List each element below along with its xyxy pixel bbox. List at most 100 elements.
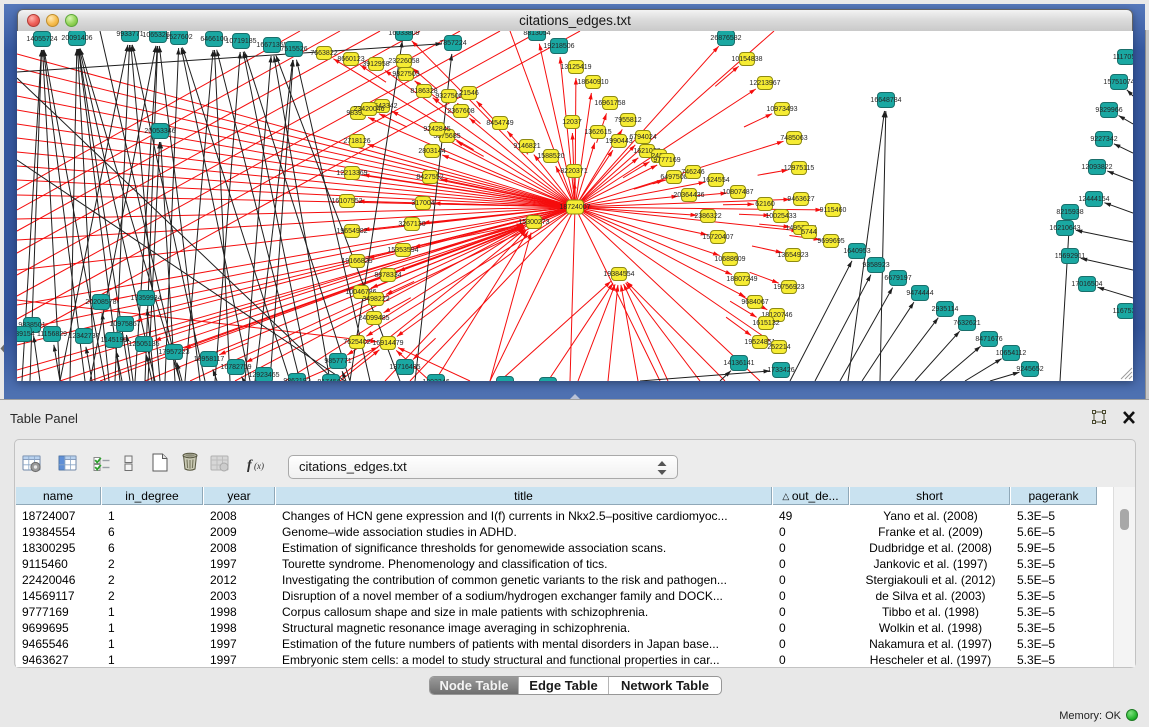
svg-text:6679197: 6679197 [884, 275, 911, 282]
svg-text:16914479: 16914479 [372, 340, 403, 347]
svg-text:1615132: 1615132 [752, 320, 779, 327]
svg-text:16648784: 16648784 [870, 97, 901, 104]
svg-text:8660123: 8660123 [337, 56, 364, 63]
svg-text:23420046: 23420046 [353, 106, 384, 113]
svg-text:10807487: 10807487 [722, 189, 753, 196]
svg-text:20091406: 20091406 [61, 35, 92, 42]
svg-text:9245652: 9245652 [1016, 366, 1043, 373]
svg-text:16782759: 16782759 [220, 364, 251, 371]
svg-text:11156829: 11156829 [37, 331, 67, 338]
svg-text:7857224: 7857224 [439, 40, 466, 47]
svg-text:24099485: 24099485 [358, 315, 389, 322]
svg-text:746246: 746246 [681, 169, 704, 176]
svg-text:3267130: 3267130 [398, 221, 425, 228]
svg-text:12975115: 12975115 [784, 165, 815, 172]
svg-text:8427552: 8427552 [416, 174, 443, 181]
svg-text:10025433: 10025433 [765, 213, 796, 220]
svg-text:26876582: 26876582 [710, 35, 741, 42]
svg-text:9115460: 9115460 [820, 207, 847, 214]
svg-text:13125419: 13125419 [560, 64, 591, 71]
svg-text:18724007: 18724007 [559, 204, 590, 211]
svg-text:8878334: 8878334 [374, 272, 401, 279]
svg-text:9329966: 9329966 [1095, 107, 1122, 114]
svg-text:1117054: 1117054 [1113, 54, 1133, 61]
svg-text:8220371: 8220371 [560, 168, 587, 175]
svg-text:12505135: 12505135 [128, 341, 159, 348]
svg-text:8471676: 8471676 [975, 336, 1002, 343]
svg-text:23226058: 23226058 [388, 58, 419, 65]
svg-text:5744: 5744 [801, 229, 817, 236]
svg-text:19166825: 19166825 [341, 258, 372, 265]
svg-text:1640953: 1640953 [843, 248, 870, 255]
svg-text:14055724: 14055724 [26, 36, 57, 43]
svg-text:20053346: 20053346 [144, 128, 175, 135]
svg-text:9327503: 9327503 [392, 71, 419, 78]
svg-text:9862192: 9862192 [283, 378, 310, 381]
svg-text:7485063: 7485063 [780, 135, 807, 142]
svg-text:8215938: 8215938 [1056, 209, 1083, 216]
svg-text:2386322: 2386322 [694, 213, 721, 220]
svg-text:7625402: 7625402 [343, 339, 370, 346]
svg-text:12093822: 12093822 [1081, 164, 1112, 171]
svg-text:8186328: 8186328 [410, 88, 437, 95]
svg-text:19384554: 19384554 [603, 271, 634, 278]
svg-text:6794024: 6794024 [629, 134, 656, 141]
svg-text:15353594: 15353594 [387, 247, 418, 254]
svg-text:19756923: 19756923 [773, 284, 804, 291]
svg-text:(x): (x) [254, 461, 264, 471]
svg-text:2935114: 2935114 [932, 306, 959, 313]
svg-text:3912958: 3912958 [362, 61, 389, 68]
svg-text:7632621: 7632621 [953, 320, 980, 327]
svg-text:10154838: 10154838 [731, 56, 762, 63]
svg-text:1624554: 1624554 [702, 177, 729, 184]
svg-text:12923465: 12923465 [248, 372, 279, 379]
svg-text:1167533: 1167533 [1113, 308, 1133, 315]
svg-text:1362615: 1362615 [584, 129, 611, 136]
svg-text:7515526: 7515526 [280, 46, 307, 53]
svg-text:10973493: 10973493 [766, 106, 797, 113]
svg-text:15751074: 15751074 [1103, 79, 1133, 86]
svg-text:10958117: 10958117 [194, 356, 225, 363]
svg-text:2718126: 2718126 [343, 138, 370, 145]
svg-text:14136141: 14136141 [723, 360, 754, 367]
svg-text:7955812: 7955812 [614, 117, 641, 124]
svg-text:13716485: 13716485 [389, 364, 420, 371]
svg-text:15720407: 15720407 [702, 234, 733, 241]
svg-text:f: f [247, 458, 253, 473]
svg-text:17016504: 17016504 [1071, 281, 1102, 288]
svg-text:9777169: 9777169 [653, 157, 680, 164]
svg-text:3498222: 3498222 [362, 296, 389, 303]
svg-text:19218506: 19218506 [543, 43, 574, 50]
svg-text:6466100: 6466100 [200, 36, 227, 43]
svg-text:9474444: 9474444 [906, 290, 933, 297]
svg-text:12037: 12037 [562, 119, 582, 126]
svg-text:12444154: 12444154 [1078, 196, 1109, 203]
svg-text:1145190: 1145190 [101, 337, 128, 344]
svg-text:1588520: 1588520 [537, 153, 564, 160]
svg-text:9684067: 9684067 [741, 299, 768, 306]
svg-text:10719185: 10719185 [225, 38, 256, 45]
svg-text:2367608: 2367608 [447, 108, 474, 115]
svg-text:8174561: 8174561 [317, 379, 344, 381]
svg-text:16961758: 16961758 [594, 100, 625, 107]
svg-text:9463627: 9463627 [787, 196, 814, 203]
svg-text:10975867: 10975867 [109, 321, 140, 328]
svg-text:317004: 317004 [411, 200, 434, 207]
svg-text:18640910: 18640910 [577, 79, 608, 86]
svg-text:7663822: 7663822 [310, 50, 337, 57]
svg-text:939154: 939154 [17, 331, 35, 338]
svg-text:13654923: 13654923 [777, 252, 808, 259]
svg-text:9857771: 9857771 [324, 358, 351, 365]
svg-text:9358923: 9358923 [862, 262, 889, 269]
svg-text:20208578: 20208578 [85, 299, 116, 306]
svg-text:20364436: 20364436 [673, 192, 704, 199]
svg-text:16107552: 16107552 [331, 198, 362, 205]
svg-text:9242845: 9242845 [423, 126, 450, 133]
svg-text:8454749: 8454749 [486, 120, 513, 127]
svg-text:9933771: 9933771 [116, 31, 143, 38]
svg-text:21546: 21546 [459, 90, 479, 97]
svg-text:18807249: 18807249 [726, 276, 757, 283]
svg-text:12213369: 12213369 [336, 170, 367, 177]
svg-text:1733426: 1733426 [767, 367, 794, 374]
svg-text:9699695: 9699695 [817, 238, 844, 245]
